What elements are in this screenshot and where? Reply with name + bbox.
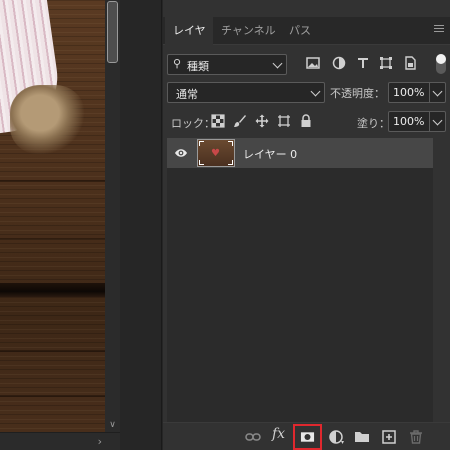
- opacity-field[interactable]: 100%: [388, 82, 446, 103]
- panel-gutter: [120, 0, 162, 450]
- blend-mode-select[interactable]: 通常: [167, 82, 325, 103]
- layers-panel: レイヤー チャンネル パス ⚲ 種類 通常 不透明度： 100%: [163, 0, 450, 450]
- layer-row[interactable]: ♥ レイヤー 0: [167, 138, 433, 168]
- type-filter-icon[interactable]: [356, 56, 370, 70]
- add-mask-button[interactable]: [293, 424, 322, 450]
- adjustment-layer-icon[interactable]: [329, 429, 345, 445]
- new-layer-icon[interactable]: [381, 429, 397, 445]
- fill-label: 塗り：: [357, 117, 390, 130]
- smart-object-filter-icon[interactable]: [403, 56, 417, 70]
- fx-icon[interactable]: fx: [272, 426, 285, 442]
- wood-grain: [0, 180, 105, 182]
- tab-layers[interactable]: レイヤー: [165, 17, 213, 65]
- field-divider: [429, 83, 430, 102]
- delete-layer-icon[interactable]: [408, 429, 424, 445]
- document-canvas[interactable]: [0, 0, 105, 450]
- lock-artboard-icon[interactable]: [277, 114, 291, 128]
- add-mask-icon: [300, 432, 315, 442]
- link-layers-icon[interactable]: [245, 429, 261, 445]
- opacity-label: 不透明度：: [330, 87, 385, 100]
- chevron-down-icon: [310, 86, 321, 97]
- chevron-down-icon[interactable]: [432, 115, 443, 126]
- fill-value: 100%: [393, 115, 425, 128]
- shape-filter-icon[interactable]: [379, 56, 393, 70]
- fill-field[interactable]: 100%: [388, 111, 446, 132]
- lock-image-pixels-icon[interactable]: [233, 114, 247, 128]
- scroll-right-arrow-icon[interactable]: ›: [98, 435, 102, 448]
- lock-label: ロック：: [171, 117, 215, 130]
- tab-channels[interactable]: チャンネル: [221, 17, 281, 45]
- opacity-value: 100%: [393, 86, 425, 99]
- wood-grain: [0, 395, 105, 397]
- chevron-down-icon[interactable]: [432, 86, 443, 97]
- scroll-thumb[interactable]: [107, 1, 118, 63]
- wood-grain: [0, 350, 105, 352]
- lock-all-icon[interactable]: [299, 114, 313, 128]
- thumbnail-heart-icon: ♥: [211, 148, 220, 159]
- image-filter-icon[interactable]: [306, 56, 320, 70]
- vertical-scrollbar[interactable]: ∨: [105, 0, 120, 432]
- layers-bottom-toolbar: fx: [163, 422, 450, 450]
- field-divider: [429, 112, 430, 131]
- scroll-down-arrow-icon[interactable]: ∨: [105, 420, 120, 430]
- chevron-down-icon: [272, 58, 283, 69]
- canvas-image-rope: [10, 85, 85, 155]
- search-icon: ⚲: [173, 57, 182, 70]
- layer-thumbnail[interactable]: ♥: [197, 139, 235, 167]
- layer-list-empty-area[interactable]: [167, 168, 433, 422]
- wood-grain: [0, 238, 105, 240]
- layer-filter-select[interactable]: ⚲ 種類: [167, 54, 287, 75]
- blend-mode-value: 通常: [176, 88, 198, 101]
- lock-transparent-pixels-icon[interactable]: [211, 114, 225, 128]
- layer-name[interactable]: レイヤー 0: [243, 146, 297, 162]
- eye-visibility-icon[interactable]: [174, 147, 188, 159]
- tab-paths[interactable]: パス: [289, 17, 319, 45]
- group-folder-icon[interactable]: [354, 429, 370, 445]
- lock-position-icon[interactable]: [255, 114, 269, 128]
- adjustment-filter-icon[interactable]: [332, 56, 346, 70]
- hamburger-menu-icon[interactable]: [434, 25, 444, 35]
- plank-gap: [0, 283, 105, 297]
- horizontal-scrollbar[interactable]: ›: [0, 432, 120, 450]
- filter-kind-value: 種類: [187, 60, 209, 73]
- filter-toggle-switch[interactable]: [436, 54, 446, 74]
- panel-tabs: レイヤー チャンネル パス: [163, 17, 450, 65]
